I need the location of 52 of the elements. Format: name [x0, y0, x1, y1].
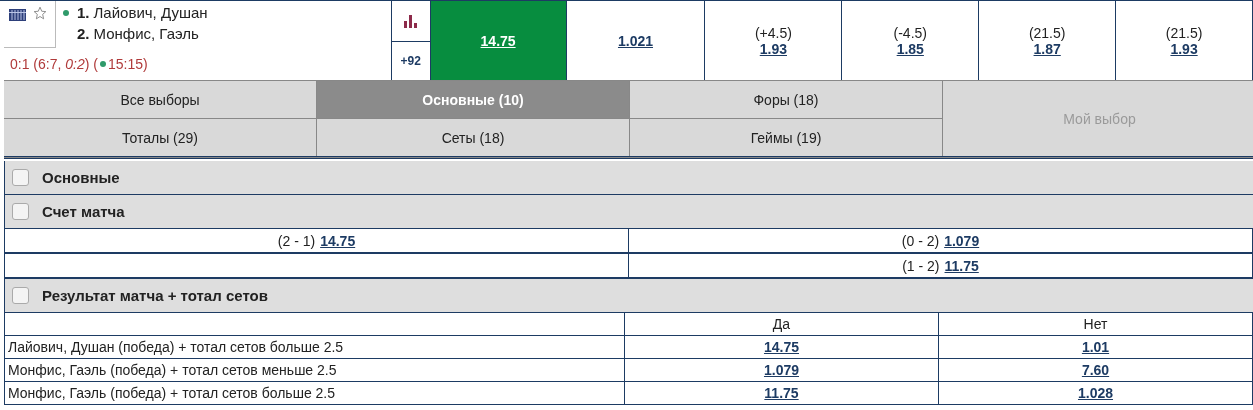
column-header: Нет: [939, 313, 1253, 335]
odds-link[interactable]: 11.75: [764, 385, 799, 401]
odds-link[interactable]: 1.87: [1033, 40, 1061, 57]
odds-link[interactable]: 14.75: [763, 339, 799, 355]
outcome-label: Лайович, Душан (победа) + тотал сетов больше 2.5: [5, 336, 625, 358]
odds-link[interactable]: 1.079: [763, 362, 799, 378]
odds-link[interactable]: 1.85: [896, 40, 924, 57]
player-name: Монфис, Гаэль: [93, 25, 199, 42]
more-markets-link[interactable]: +92: [391, 42, 430, 80]
market-tab[interactable]: Все выборы: [4, 81, 316, 118]
player-number: 2.: [77, 25, 90, 42]
section-checkbox[interactable]: [12, 287, 29, 304]
column-header: Да: [625, 313, 939, 335]
bar-chart-icon[interactable]: [404, 14, 418, 28]
section-header[interactable]: Счет матча: [5, 195, 1253, 229]
player-name: Лайович, Душан: [93, 4, 208, 21]
odds-link[interactable]: 11.75: [944, 257, 979, 274]
handicap-label: (21.5): [1165, 24, 1203, 41]
odds-link[interactable]: 1.021: [617, 32, 653, 49]
market-tab[interactable]: Форы (18): [630, 81, 942, 118]
section-header[interactable]: Результат матча + тотал сетов: [5, 279, 1253, 313]
score-label: (1 - 2): [902, 257, 940, 274]
star-icon[interactable]: [33, 6, 47, 20]
section-header[interactable]: Основные: [5, 161, 1253, 195]
odds-link[interactable]: 1.93: [1170, 40, 1198, 57]
odds-link[interactable]: 1.93: [759, 40, 787, 57]
odds-link[interactable]: 1.01: [1081, 339, 1110, 355]
section-title: Счет матча: [42, 203, 125, 220]
market-tab[interactable]: Тоталы (29): [4, 119, 316, 156]
outcome-label: Монфис, Гаэль (победа) + тотал сетов меньше 2.5: [5, 359, 625, 381]
outcome-label: Монфис, Гаэль (победа) + тотал сетов больше 2.5: [5, 382, 625, 404]
odds-link[interactable]: 7.60: [1081, 362, 1110, 378]
section-title: Результат матча + тотал сетов: [42, 287, 268, 304]
match-score: 0:1 (6:7, 0:2) (: [10, 56, 98, 72]
grid-icon[interactable]: [9, 9, 26, 21]
handicap-label: (+4.5): [754, 24, 792, 41]
section-checkbox[interactable]: [12, 203, 29, 220]
odds-link[interactable]: 1.079: [944, 232, 980, 249]
player-number: 1.: [77, 4, 90, 21]
score-label: (0 - 2): [901, 232, 940, 249]
match-time: 15:15): [107, 56, 148, 72]
section-checkbox[interactable]: [12, 169, 29, 186]
market-tab[interactable]: Сеты (18): [317, 119, 629, 156]
score-label: (2 - 1): [277, 232, 316, 249]
odds-link[interactable]: 14.75: [320, 232, 356, 249]
odds-link[interactable]: 1.028: [1077, 385, 1113, 401]
odds-link[interactable]: 14.75: [480, 32, 516, 49]
handicap-label: (21.5): [1028, 24, 1066, 41]
odds-cell[interactable]: 14.75: [430, 1, 567, 80]
handicap-label: (-4.5): [893, 24, 927, 41]
market-tab[interactable]: Геймы (19): [630, 119, 942, 156]
section-title: Основные: [42, 169, 120, 186]
